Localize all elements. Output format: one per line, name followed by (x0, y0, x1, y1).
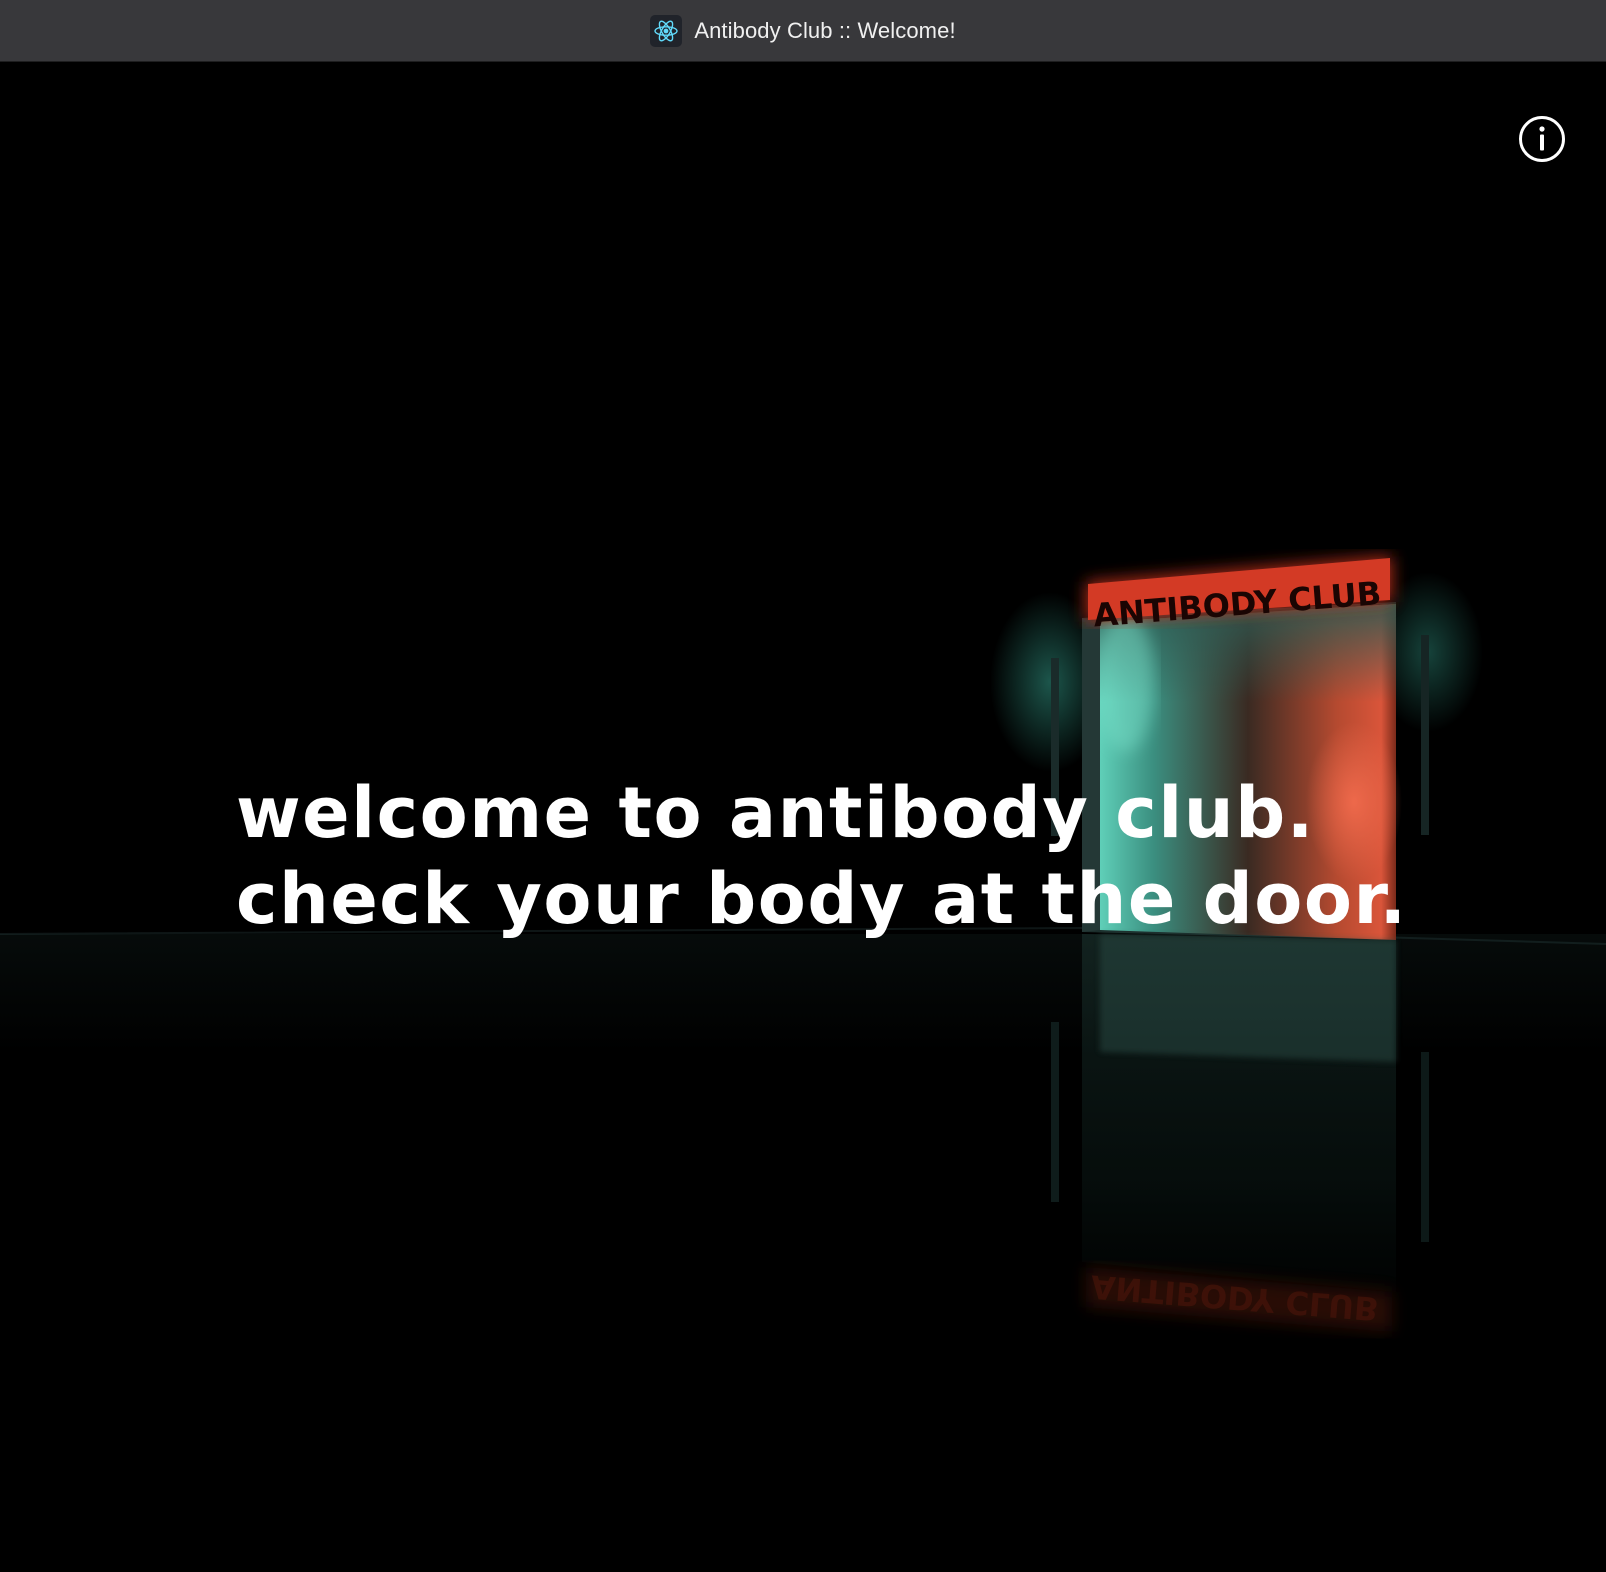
react-atom-icon (650, 14, 683, 47)
headline-line-1: welcome to antibody club. (236, 772, 1315, 854)
welcome-headline: welcome to antibody club. check your bod… (236, 770, 1408, 942)
window-titlebar: Antibody Club :: Welcome! (0, 0, 1606, 62)
headline-line-2: check your body at the door. (236, 858, 1408, 940)
window-title: Antibody Club :: Welcome! (694, 17, 956, 43)
club-entrance-scene: ANTIBODY CLUB ANTIBODY CLUB welcome to a… (0, 62, 1606, 1572)
